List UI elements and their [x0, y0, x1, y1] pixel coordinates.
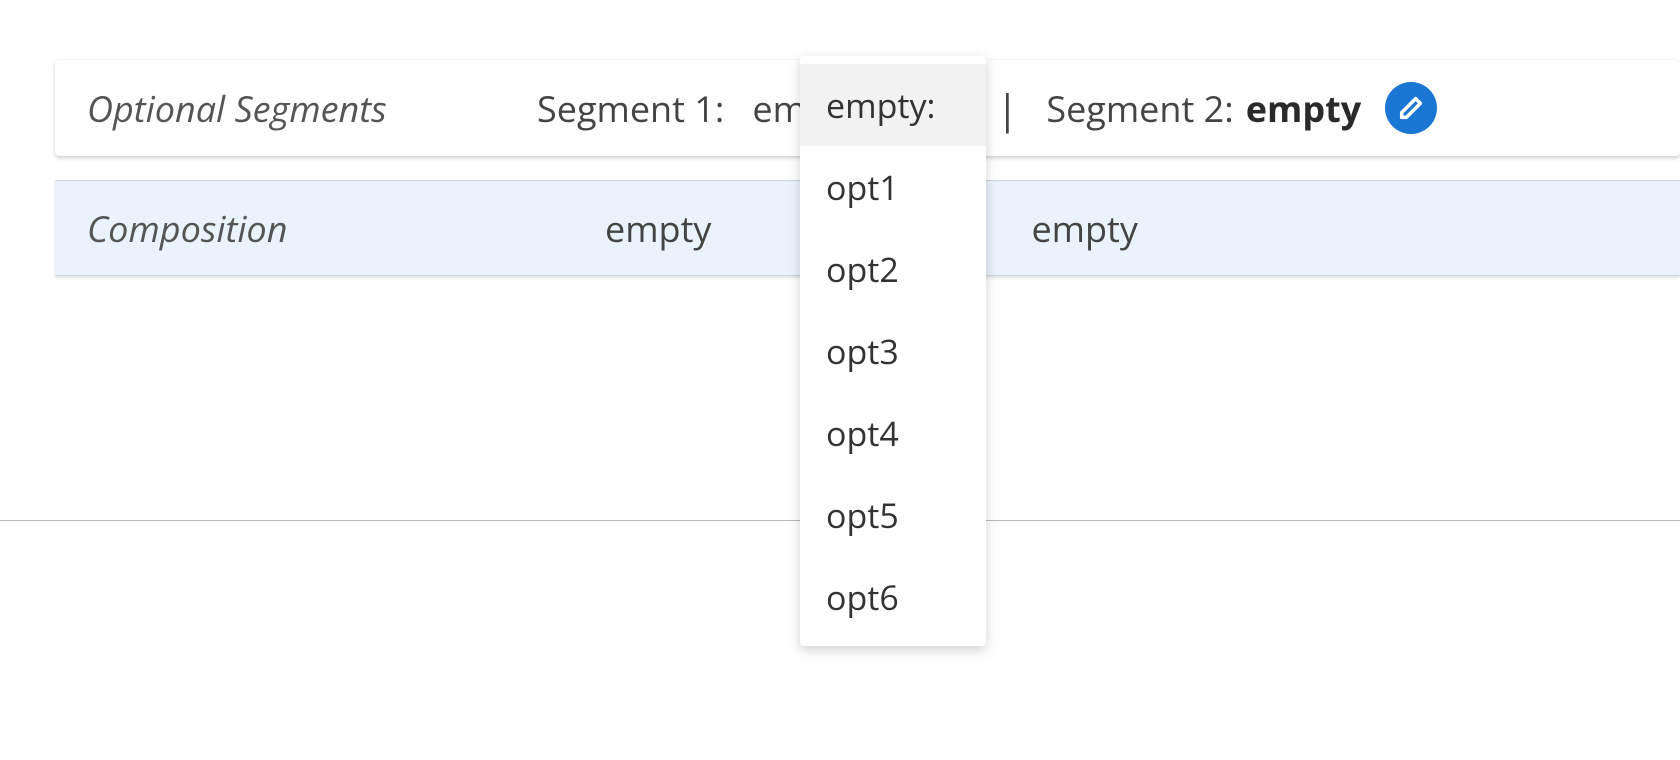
segment-1-dropdown-option[interactable]: opt6: [800, 556, 986, 638]
page-root: Optional Segments Segment 1: empty: | Se…: [0, 0, 1680, 760]
segment-2-label: Segment 2:: [1046, 84, 1233, 133]
composition-col-2-value: empty: [1031, 204, 1137, 253]
optional-segments-title: Optional Segments: [87, 84, 537, 133]
segment-1-dropdown-option[interactable]: opt1: [800, 146, 986, 228]
segment-1-dropdown-menu[interactable]: empty:opt1opt2opt3opt4opt5opt6: [800, 56, 986, 646]
segment-separator: |: [996, 81, 1018, 136]
segment-1-dropdown-option[interactable]: opt4: [800, 392, 986, 474]
segment-2-edit-button[interactable]: [1385, 82, 1437, 134]
segment-1-dropdown-option[interactable]: opt2: [800, 228, 986, 310]
segment-1-dropdown-option[interactable]: empty:: [800, 64, 986, 146]
composition-col-1-value: empty: [605, 204, 711, 253]
segment-1-label: Segment 1:: [537, 84, 724, 133]
segment-1-dropdown-option[interactable]: opt3: [800, 310, 986, 392]
segment-1-dropdown-option[interactable]: opt5: [800, 474, 986, 556]
pencil-icon: [1397, 94, 1425, 122]
segment-2-value: empty: [1246, 84, 1362, 133]
composition-title: Composition: [55, 204, 505, 253]
